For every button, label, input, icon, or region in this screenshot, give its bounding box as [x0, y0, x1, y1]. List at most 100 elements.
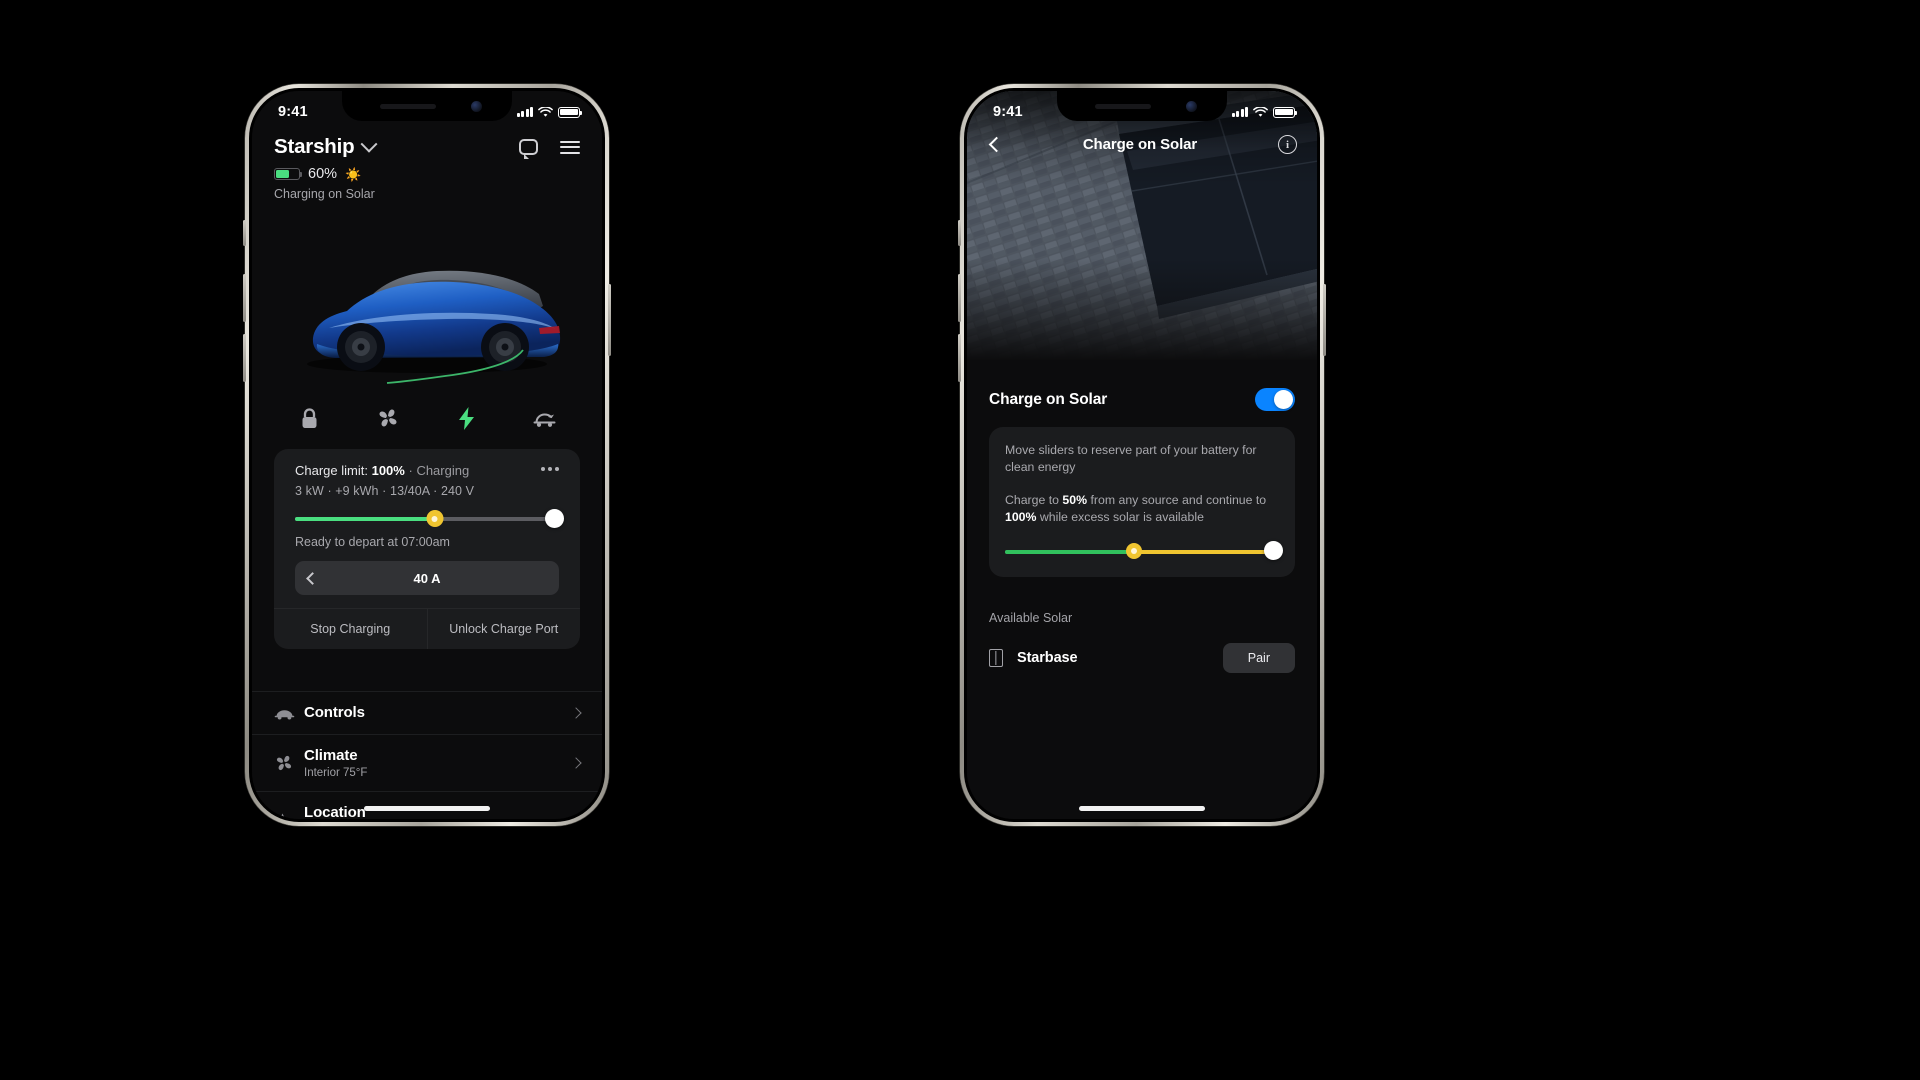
solar-info-card: Move sliders to reserve part of your bat…: [989, 427, 1295, 577]
charge-on-solar-switch[interactable]: [1255, 388, 1295, 411]
status-time: 9:41: [993, 104, 1023, 120]
solar-panel-icon: [989, 649, 1003, 667]
slider-fill: [295, 517, 435, 521]
nav-row-climate[interactable]: Climate Interior 75°F: [252, 734, 602, 791]
chevron-right-icon: [570, 814, 582, 819]
silent-switch[interactable]: [243, 220, 246, 246]
solar-nav-bar: Charge on Solar i: [967, 135, 1317, 154]
sun-icon: ☀️: [345, 166, 362, 182]
chevron-right-icon: [570, 757, 582, 769]
chat-bubble-icon[interactable]: [519, 139, 538, 159]
toggle-label: Charge on Solar: [989, 390, 1108, 408]
charge-card: Charge limit: 100% · Charging 3 kW · +9 …: [274, 449, 580, 649]
slider-limit-thumb[interactable]: [545, 509, 564, 528]
hamburger-menu-icon[interactable]: [560, 140, 580, 154]
status-time: 9:41: [278, 104, 308, 120]
nav-row-climate-text: Climate Interior 75°F: [304, 747, 572, 779]
cellular-signal-icon: [1231, 107, 1248, 117]
wifi-icon: [1253, 106, 1268, 117]
volume-down-button[interactable]: [243, 334, 246, 382]
info-circle-icon[interactable]: i: [1277, 135, 1297, 154]
battery-icon: [1273, 106, 1298, 118]
power-button[interactable]: [1323, 284, 1326, 356]
solar-reserve-slider[interactable]: [1005, 540, 1283, 560]
slider-yellow-segment: [1133, 549, 1279, 554]
any-source-percent: 50%: [1062, 492, 1088, 507]
lock-icon[interactable]: [289, 401, 329, 435]
chevron-left-icon[interactable]: [988, 136, 1005, 153]
nav-row-title: Climate: [304, 747, 358, 764]
slider-solar-thumb[interactable]: [426, 510, 444, 527]
status-bar-right: 9:41: [967, 91, 1317, 127]
paragraph-2-post: while excess solar is available: [1036, 510, 1204, 525]
location-arrow-icon: [274, 812, 304, 819]
nav-row-title: Location: [304, 804, 366, 819]
screenshot-stage: 9:41 Starship 60% ☀️ Charging on Solar C…: [0, 0, 1920, 1080]
vehicle-image: [252, 236, 602, 396]
amp-stepper[interactable]: 40 A: [295, 561, 559, 595]
charge-limit-value: 100%: [371, 463, 405, 478]
phone-right-bezel: 9:41 Charge on Solar i Charge on Solar M…: [964, 88, 1320, 822]
slider-any-source-thumb[interactable]: [1125, 542, 1142, 559]
slider-green-segment: [1005, 549, 1134, 554]
solar-info-paragraph-1: Move sliders to reserve part of your bat…: [1005, 443, 1257, 475]
volume-down-button[interactable]: [958, 334, 961, 382]
vehicle-selector[interactable]: Starship: [274, 135, 378, 159]
battery-status-row: 60% ☀️: [274, 166, 580, 182]
pair-button[interactable]: Pair: [1222, 643, 1295, 673]
wifi-icon: [538, 106, 553, 117]
chevron-right-icon: [570, 707, 582, 719]
paragraph-2-pre: Charge to: [1005, 492, 1063, 507]
unlock-charge-port-button[interactable]: Unlock Charge Port: [426, 609, 581, 649]
climate-fan-icon[interactable]: [368, 401, 408, 435]
paragraph-2-mid: from any source and continue to: [1087, 492, 1267, 507]
vehicle-header: Starship 60% ☀️ Charging on Solar: [252, 135, 602, 201]
solar-info-paragraph-2: Charge to 50% from any source and contin…: [1005, 492, 1279, 527]
charge-limit-label: Charge limit:: [295, 463, 368, 478]
status-bar-left: 9:41: [252, 91, 602, 127]
vehicle-nav-list: Controls Climate Interior 75°F Location: [252, 691, 602, 819]
page-title: Charge on Solar: [1082, 136, 1198, 153]
charge-limit-slider[interactable]: [295, 509, 564, 528]
solar-site-name: Starbase: [1017, 650, 1078, 666]
phone-left-bezel: 9:41 Starship 60% ☀️ Charging on Solar C…: [249, 88, 605, 822]
available-solar-item: Starbase Pair: [989, 643, 1295, 673]
solar-roof-hero-image: [967, 91, 1317, 361]
charge-limit-line: Charge limit: 100% · Charging: [295, 463, 469, 478]
vehicle-title-row: Starship: [274, 135, 580, 159]
vehicle-name: Starship: [274, 135, 355, 158]
home-indicator[interactable]: [364, 806, 490, 811]
power-button[interactable]: [608, 284, 611, 356]
phone-left-screen: 9:41 Starship 60% ☀️ Charging on Solar C…: [252, 91, 602, 819]
nav-row-location[interactable]: Location 1 Tesla Road: [252, 791, 602, 819]
volume-up-button[interactable]: [243, 274, 246, 322]
status-icons: [516, 106, 583, 118]
hero-gradient-overlay: [967, 91, 1317, 361]
charge-separator: ·: [408, 463, 413, 478]
trunk-open-icon[interactable]: [525, 401, 565, 435]
home-indicator[interactable]: [1079, 806, 1205, 811]
charging-bolt-icon[interactable]: [446, 401, 486, 435]
chevron-down-icon: [360, 135, 378, 153]
cellular-signal-icon: [516, 107, 533, 117]
tesla-model-s-blue-icon: [307, 270, 561, 384]
amp-value: 40 A: [413, 570, 441, 586]
vehicle-home-screen: 9:41 Starship 60% ☀️ Charging on Solar C…: [252, 91, 602, 819]
car-icon: [274, 707, 304, 720]
ellipsis-icon[interactable]: [541, 463, 559, 471]
charge-card-header: Charge limit: 100% · Charging: [295, 463, 559, 478]
silent-switch[interactable]: [958, 220, 961, 246]
status-icons: [1231, 106, 1298, 118]
volume-up-button[interactable]: [958, 274, 961, 322]
ready-to-depart-text: Ready to depart at 07:00am: [295, 535, 450, 549]
charging-status-text: Charging on Solar: [274, 187, 375, 201]
phone-right: 9:41 Charge on Solar i Charge on Solar M…: [958, 84, 1326, 826]
nav-row-controls-text: Controls: [304, 704, 572, 722]
stop-charging-button[interactable]: Stop Charging: [274, 609, 427, 649]
quick-actions-bar: [252, 401, 602, 435]
phone-left: 9:41 Starship 60% ☀️ Charging on Solar C…: [243, 84, 611, 826]
slider-max-thumb[interactable]: [1264, 540, 1283, 560]
charge-stats: 3 kW · +9 kWh · 13/40A · 240 V: [295, 484, 475, 498]
nav-row-controls[interactable]: Controls: [252, 691, 602, 734]
header-actions: [519, 139, 580, 159]
